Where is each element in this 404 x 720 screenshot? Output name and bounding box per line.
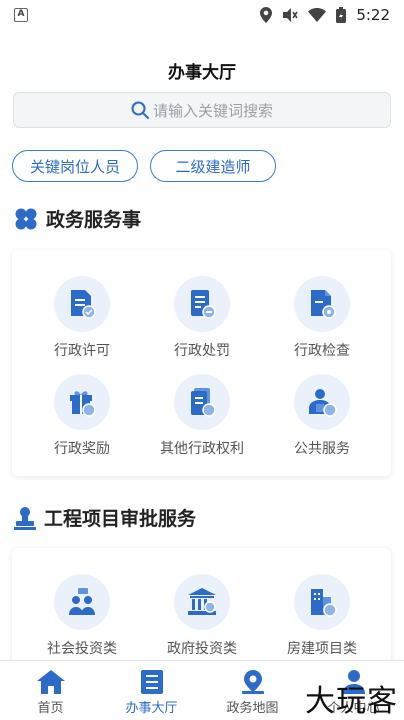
service-item-other-rights[interactable]: 其他行政权利 — [142, 374, 262, 458]
service-item-label: 公共服务 — [294, 441, 350, 457]
section-header-government: 政务服务事 — [14, 205, 141, 232]
service-item-label: 行政检查 — [294, 343, 350, 359]
permit-icon — [71, 290, 96, 319]
service-item-label: 其他行政权利 — [160, 441, 244, 457]
home-icon — [36, 669, 65, 694]
status-time: 5:22 — [356, 6, 390, 24]
search-input[interactable]: 请输入关键词搜索 — [13, 92, 391, 128]
penalty-icon — [191, 290, 216, 319]
mute-icon — [283, 8, 298, 22]
service-item-building-project[interactable]: 房建项目类 — [262, 574, 382, 658]
service-item-label: 政府投资类 — [167, 641, 237, 657]
service-item-inspection[interactable]: 行政检查 — [262, 276, 382, 360]
nav-label: 办事大厅 — [125, 700, 178, 716]
nav-tab-hall[interactable]: 办事大厅 — [101, 661, 202, 720]
page-title: 办事大厅 — [168, 63, 236, 83]
service-item-permit[interactable]: 行政许可 — [22, 276, 142, 360]
service-item-label: 行政处罚 — [174, 343, 230, 359]
location-icon — [260, 7, 273, 23]
people-icon — [69, 588, 95, 615]
clover-icon — [15, 208, 37, 229]
stamp-icon — [14, 506, 36, 530]
watermark: 大玩客 — [305, 684, 398, 719]
service-item-social-investment[interactable]: 社会投资类 — [22, 574, 142, 658]
notification-icon: A — [14, 8, 28, 22]
tag-constructor[interactable]: 二级建造师 — [150, 150, 276, 182]
document-icon — [191, 388, 216, 417]
search-placeholder: 请输入关键词搜索 — [152, 101, 273, 120]
service-item-label: 社会投资类 — [47, 641, 117, 657]
hall-icon — [140, 669, 163, 694]
search-icon — [131, 101, 149, 119]
service-item-penalty[interactable]: 行政处罚 — [142, 276, 262, 360]
nav-tab-map[interactable]: 政务地图 — [202, 661, 303, 720]
gift-icon — [70, 391, 96, 417]
building-icon — [311, 589, 337, 617]
nav-tab-home[interactable]: 首页 — [0, 661, 101, 720]
service-item-government-investment[interactable]: 政府投资类 — [142, 574, 262, 658]
section-title: 政务服务事 — [46, 209, 142, 231]
nav-label: 首页 — [37, 700, 64, 716]
service-item-label: 行政许可 — [54, 343, 110, 359]
map-pin-icon — [241, 669, 264, 694]
inspection-icon — [311, 290, 336, 319]
status-bar: A 5:22 — [0, 0, 404, 30]
section-header-project-approval: 工程项目审批服务 — [14, 504, 196, 531]
service-item-reward[interactable]: 行政奖励 — [22, 374, 142, 458]
service-item-label: 房建项目类 — [287, 641, 357, 657]
service-item-label: 行政奖励 — [54, 441, 110, 457]
public-service-icon — [309, 389, 337, 417]
battery-icon — [336, 7, 347, 23]
wifi-icon — [308, 8, 327, 22]
service-item-public-service[interactable]: 公共服务 — [262, 374, 382, 458]
section-title: 工程项目审批服务 — [44, 508, 197, 530]
government-services-card: 行政许可 行政处罚 行政检查 行政奖励 其他行政权利 公共服务 — [12, 250, 391, 476]
project-approval-card: 社会投资类 政府投资类 房建项目类 — [12, 548, 391, 678]
government-icon — [188, 588, 216, 615]
nav-label: 政务地图 — [226, 700, 279, 716]
tag-key-personnel[interactable]: 关键岗位人员 — [12, 150, 138, 182]
